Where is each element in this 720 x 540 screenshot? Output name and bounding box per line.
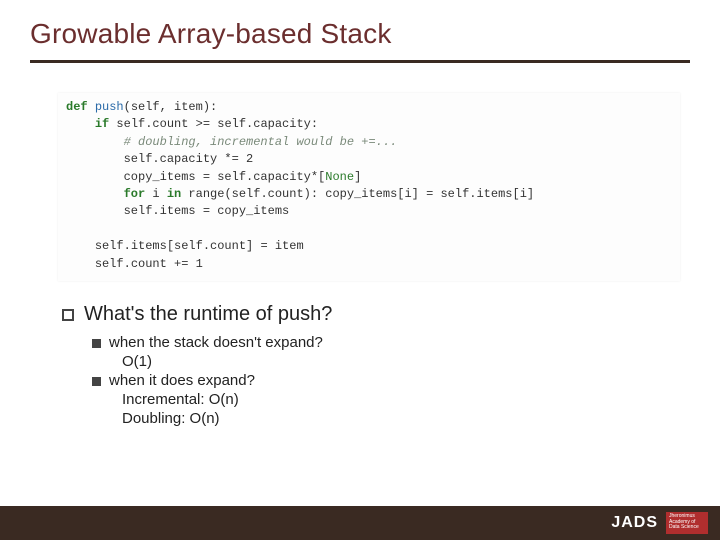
code-l6-mid: i — [145, 187, 167, 201]
title-underline — [30, 60, 690, 63]
bullet-list: What's the runtime of push? when the sta… — [62, 303, 690, 427]
question-text: What's the runtime of push? — [84, 303, 332, 326]
code-l1-rest: (self, item): — [124, 100, 218, 114]
code-l9: self.count += 1 — [95, 257, 203, 271]
square-bullet-icon — [62, 309, 74, 321]
sub-b-ans2: Doubling: O(n) — [122, 410, 690, 427]
code-l4: self.capacity *= 2 — [124, 152, 254, 166]
kw-for: for — [124, 187, 146, 201]
sub-a-ans: O(1) — [122, 353, 690, 370]
kw-in: in — [167, 187, 181, 201]
kw-def: def — [66, 100, 88, 114]
sub-b-q: when it does expand? — [109, 372, 255, 389]
sub-bullets: when the stack doesn't expand? O(1) when… — [92, 334, 690, 427]
code-l5c: ] — [354, 170, 361, 184]
kw-if: if — [95, 117, 109, 131]
sub-b-ans1: Incremental: O(n) — [122, 391, 690, 408]
code-l5a: copy_items = self.capacity*[ — [124, 170, 326, 184]
sub-a-q: when the stack doesn't expand? — [109, 334, 323, 351]
bullet-l1: What's the runtime of push? — [62, 303, 690, 326]
slide-title: Growable Array-based Stack — [30, 18, 690, 50]
code-l6-rest: range(self.count): copy_items[i] = self.… — [181, 187, 534, 201]
code-l2-rest: self.count >= self.capacity: — [109, 117, 318, 131]
slide: Growable Array-based Stack def push(self… — [0, 0, 720, 540]
fn-push: push — [95, 100, 124, 114]
code-block: def push(self, item): if self.count >= s… — [58, 93, 680, 281]
filled-square-icon — [92, 377, 101, 386]
code-l8: self.items[self.count] = item — [95, 239, 304, 253]
code-l7: self.items = copy_items — [124, 204, 290, 218]
sub-bullet-b: when it does expand? — [92, 372, 690, 389]
logo-red-box: Jheronimus Academy of Data Science — [666, 512, 708, 534]
filled-square-icon — [92, 339, 101, 348]
footer-bar: JADS Jheronimus Academy of Data Science — [0, 506, 720, 540]
lit-none: None — [325, 170, 354, 184]
code-comment: # doubling, incremental would be +=... — [124, 135, 398, 149]
logo-text: JADS — [611, 514, 658, 532]
sub-bullet-a: when the stack doesn't expand? — [92, 334, 690, 351]
